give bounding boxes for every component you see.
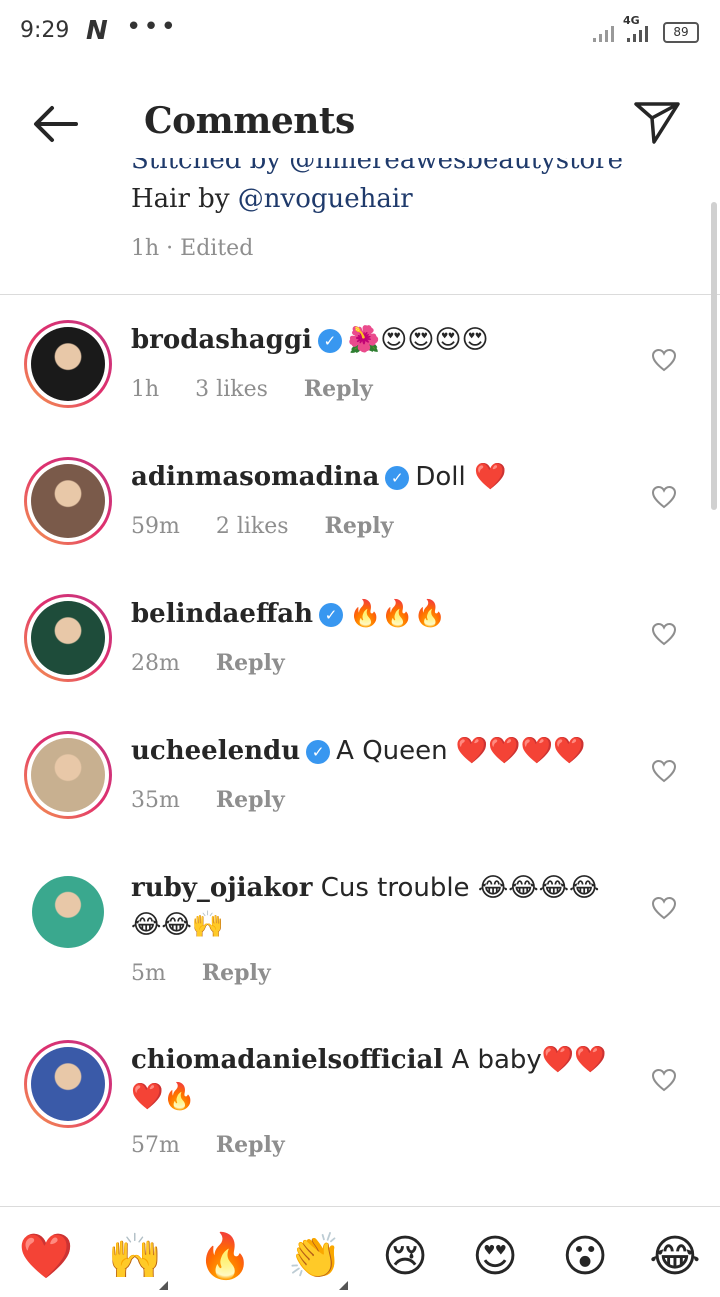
like-heart-icon[interactable] <box>651 485 677 509</box>
like-heart-icon[interactable] <box>651 896 677 920</box>
skin-tone-indicator-icon <box>159 1281 168 1290</box>
avatar[interactable] <box>24 1040 112 1128</box>
comment-meta: 1h 3 likes Reply <box>131 376 409 402</box>
arrow-left-icon[interactable] <box>30 102 82 146</box>
laughing-emoji-button[interactable]: 😂 <box>647 1229 703 1285</box>
comment-body: 🌺😍😍😍😍 <box>347 325 489 355</box>
verified-badge-icon: ✓ <box>306 740 331 764</box>
avatar[interactable] <box>24 320 112 408</box>
comment-time: 35m <box>131 788 180 813</box>
heart-emoji-button[interactable]: ❤️ <box>18 1229 74 1285</box>
scrollbar[interactable] <box>711 202 717 510</box>
comment-time: 5m <box>131 961 166 986</box>
comment-meta: 5m Reply <box>131 960 307 986</box>
like-heart-icon[interactable] <box>651 348 677 372</box>
verified-badge-icon: ✓ <box>317 329 342 353</box>
comment-meta: 28m Reply <box>131 650 321 676</box>
verified-badge-icon: ✓ <box>385 466 410 490</box>
reply-button[interactable]: Reply <box>216 1132 285 1158</box>
like-heart-icon[interactable] <box>651 1068 677 1092</box>
comment-likes[interactable]: 2 likes <box>216 514 289 539</box>
caption-meta: 1h · Edited <box>131 236 253 261</box>
verified-badge-icon: ✓ <box>319 603 344 627</box>
comment-username[interactable]: belindaeffah <box>131 599 313 629</box>
reply-button[interactable]: Reply <box>304 376 373 402</box>
avatar[interactable] <box>24 594 112 682</box>
caption-cut-line: Stitched by @nmereawesbeautystore <box>131 158 623 175</box>
comment-body: A Queen ❤️❤️❤️❤️ <box>336 736 586 766</box>
avatar-image <box>31 738 105 812</box>
fire-emoji-button[interactable]: 🔥 <box>197 1229 253 1285</box>
comment-username[interactable]: ucheelendu <box>131 736 300 766</box>
heart-eyes-emoji-button[interactable]: 😍 <box>467 1229 523 1285</box>
like-heart-icon[interactable] <box>651 759 677 783</box>
comment-username[interactable]: chiomadanielsofficial <box>131 1045 443 1075</box>
reply-button[interactable]: Reply <box>216 650 285 676</box>
skin-tone-indicator-icon <box>339 1281 348 1290</box>
comment-body-continued: ❤️🔥 <box>131 1082 196 1112</box>
comment-text: ruby_ojiakor Cus trouble 😂😂😂😂 😂😂🙌 <box>131 870 611 944</box>
caption-prefix: Hair by <box>131 184 238 214</box>
news-app-icon: N <box>86 16 108 46</box>
clapping-emoji-button[interactable]: 👏 <box>287 1229 343 1285</box>
avatar-image <box>31 327 105 401</box>
comment-username[interactable]: brodashaggi <box>131 325 312 355</box>
page-title: Comments <box>144 100 355 142</box>
caption-edited: Edited <box>180 236 254 261</box>
like-heart-icon[interactable] <box>651 622 677 646</box>
caption-mention[interactable]: @nvoguehair <box>238 184 413 214</box>
avatar[interactable] <box>24 731 112 819</box>
raising-hands-emoji-button[interactable]: 🙌 <box>107 1229 163 1285</box>
signal-icon <box>593 26 614 42</box>
comment-text: adinmasomadina ✓ Doll ❤️ <box>131 459 611 496</box>
comment-body: 🔥🔥🔥 <box>349 599 447 629</box>
crying-emoji-button[interactable]: 😢 <box>377 1229 433 1285</box>
comment-time: 59m <box>131 514 180 539</box>
caption-text: Hair by @nvoguehair <box>131 184 413 214</box>
comment-body: Cus trouble 😂😂😂😂 <box>320 873 600 903</box>
battery-icon: 89 <box>663 22 699 43</box>
avatar-image <box>31 1047 105 1121</box>
comment-text: ucheelendu ✓ A Queen ❤️❤️❤️❤️ <box>131 733 611 770</box>
avatar[interactable] <box>24 457 112 545</box>
divider <box>0 294 720 295</box>
signal-strong-icon <box>627 26 648 42</box>
status-time: 9:29 <box>20 18 70 43</box>
comment-body: A baby❤️❤️ <box>451 1045 607 1075</box>
caption-time: 1h <box>131 236 160 261</box>
comment-body: Doll ❤️ <box>415 462 507 492</box>
emoji-bar: ❤️ 🙌 🔥 👏 😢 😍 😮 😂 <box>0 1206 720 1297</box>
comment-text: chiomadanielsofficial A baby❤️❤️ ❤️🔥 <box>131 1042 611 1116</box>
comment-text: belindaeffah ✓ 🔥🔥🔥 <box>131 596 611 633</box>
comment-username[interactable]: adinmasomadina <box>131 462 379 492</box>
reply-button[interactable]: Reply <box>202 960 271 986</box>
caption-separator: · <box>159 236 181 261</box>
paper-plane-icon[interactable] <box>632 98 682 146</box>
avatar[interactable] <box>24 868 112 956</box>
comment-time: 28m <box>131 651 180 676</box>
surprised-emoji-button[interactable]: 😮 <box>557 1229 613 1285</box>
more-notifications-icon: ••• <box>126 12 179 42</box>
reply-button[interactable]: Reply <box>325 513 394 539</box>
comment-meta: 59m 2 likes Reply <box>131 513 429 539</box>
comment-text: brodashaggi ✓ 🌺😍😍😍😍 <box>131 322 611 359</box>
avatar-image <box>32 876 104 948</box>
comment-meta: 57m Reply <box>131 1132 321 1158</box>
avatar-image <box>31 601 105 675</box>
comment-time: 57m <box>131 1133 180 1158</box>
comment-meta: 35m Reply <box>131 787 321 813</box>
comment-body-continued: 😂😂🙌 <box>131 910 225 940</box>
reply-button[interactable]: Reply <box>216 787 285 813</box>
comment-time: 1h <box>131 377 160 402</box>
avatar-image <box>31 464 105 538</box>
comment-likes[interactable]: 3 likes <box>195 377 268 402</box>
comment-username[interactable]: ruby_ojiakor <box>131 873 312 903</box>
status-bar: 9:29 N ••• 4G 89 <box>0 0 720 64</box>
